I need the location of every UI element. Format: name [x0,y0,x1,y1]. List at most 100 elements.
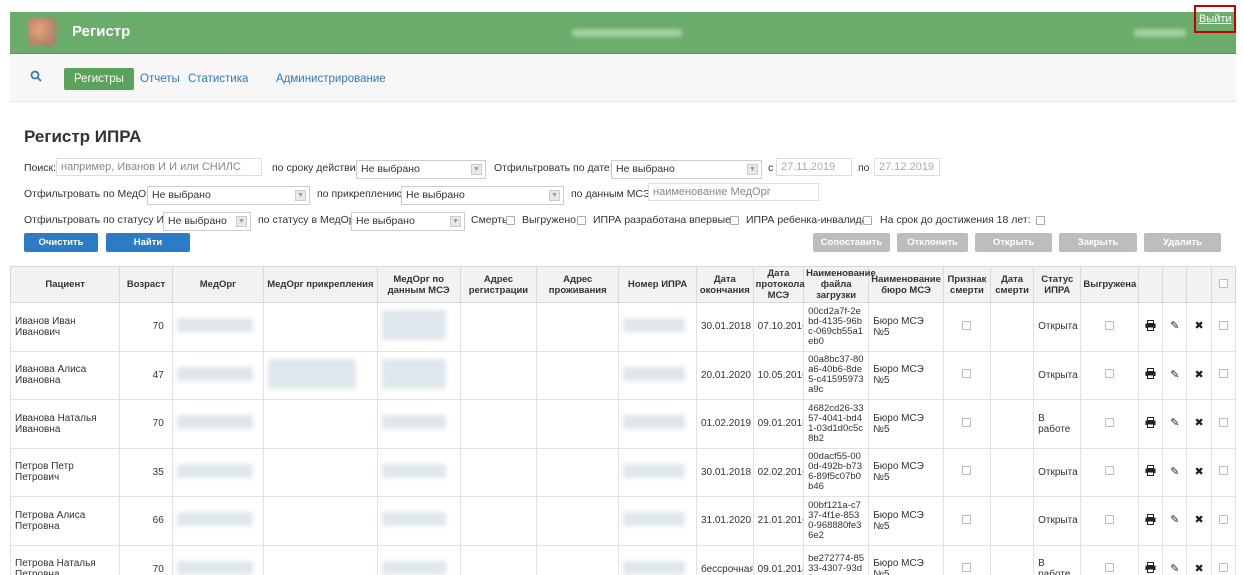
column-header[interactable]: МедОрг [171,266,265,303]
bureau-cell: Бюро МСЭ №5 [868,447,944,497]
uploaded-checkbox [1105,563,1115,573]
mse-input[interactable]: наименование МедОрг [648,183,819,201]
pencil-icon[interactable]: ✎ [1170,369,1179,381]
clear-filter-button[interactable]: Очистить фильтр [24,233,98,267]
row-select-checkbox[interactable] [1218,466,1228,476]
ipra-status-select[interactable]: Не выбрано ▼ [163,212,251,231]
column-header[interactable]: Статус ИПРА [1033,266,1082,303]
tab-statistics[interactable]: Статистика [188,68,248,90]
child-disabled-checkbox[interactable] [863,216,872,225]
first-developed-checkbox[interactable] [730,216,739,225]
patient-name-cell[interactable]: Петрова Наталья Петровна [9,544,121,575]
patient-name-cell[interactable]: Петрова Алиса Петровна [9,496,121,546]
column-header[interactable]: Номер ИПРА [618,266,697,303]
patient-name-cell[interactable]: Петров Петр Петрович [9,447,121,497]
uploaded-cell [1080,496,1140,546]
print-icon[interactable] [1145,416,1156,431]
close-icon[interactable]: ✖ [1194,321,1203,332]
until-18-checkbox[interactable] [1036,216,1045,225]
column-header[interactable]: Признак смерти [942,266,992,303]
close-icon[interactable]: ✖ [1194,563,1203,575]
tab-reports[interactable]: Отчеты [140,68,180,90]
uploaded-checkbox [1105,320,1115,330]
date-filter-select[interactable]: Не выбрано ▼ [611,160,762,179]
uploaded-checkbox[interactable] [577,216,586,225]
print-icon[interactable] [1145,368,1156,382]
edit-action-cell: ✎ [1162,447,1188,497]
patient-name-cell[interactable]: Иванова Алиса Ивановна [9,350,121,400]
column-header[interactable]: МедОрг по данным МСЭ [376,266,461,303]
close-icon[interactable]: ✖ [1194,466,1203,478]
open-button[interactable]: Открыть [975,233,1052,252]
redacted-value [176,366,253,381]
select-all-header [1210,266,1237,303]
term-select[interactable]: Не выбрано ▼ [356,160,486,179]
redacted-value [268,358,357,389]
ipra-number-cell [618,399,697,449]
print-icon[interactable] [1145,513,1156,528]
column-header[interactable]: Наименование бюро МСЭ [868,266,944,303]
column-header[interactable]: Наименование файла загрузки [803,266,876,303]
date-to-label: по [858,162,870,174]
uploaded-checkbox [1105,514,1115,524]
pencil-icon[interactable]: ✎ [1170,466,1179,478]
attach-filter-label: по прикреплению: [317,188,406,200]
pencil-icon[interactable]: ✎ [1170,563,1179,575]
column-header[interactable]: Выгружена [1080,266,1140,303]
column-header[interactable]: Дата смерти [990,266,1035,303]
patient-name-cell[interactable]: Иванов Иван Иванович [9,302,121,352]
column-header[interactable]: Дата окончания [695,266,754,303]
pencil-icon[interactable]: ✎ [1170,321,1179,332]
death-checkbox[interactable] [506,216,515,225]
tab-administration[interactable]: Администрирование [276,68,386,90]
patient-name-cell[interactable]: Иванова Наталья Ивановна [9,399,121,449]
close-icon[interactable]: ✖ [1194,515,1203,526]
table-row[interactable]: Иванов Иван Иванович 70 30.01.2018 07.10.20… [9,302,1237,352]
tab-registers[interactable]: Регистры [64,68,134,90]
select-all-checkbox[interactable] [1218,278,1228,288]
row-select-checkbox[interactable] [1218,563,1228,573]
column-header[interactable]: Адрес проживания [536,266,620,303]
pencil-icon[interactable]: ✎ [1170,418,1179,429]
search-input[interactable]: например, Иванов И И или СНИЛС [56,158,262,176]
registration-address-cell [459,447,538,497]
table-row[interactable]: Петрова Наталья Петровна 70 бессрочная 09.0… [9,544,1237,575]
reject-button[interactable]: Отклонить [897,233,968,252]
print-icon[interactable] [1145,562,1156,575]
column-header[interactable]: Дата протокола МСЭ [752,266,805,303]
close-button[interactable]: Закрыть [1059,233,1137,252]
attach-select[interactable]: Не выбрано ▼ [401,186,564,205]
column-header[interactable]: Пациент [9,266,121,303]
table-row[interactable]: Петров Петр Петрович 35 30.01.2018 02.02.20… [9,447,1237,497]
search-icon[interactable] [30,70,42,82]
medorg-status-select[interactable]: Не выбрано ▼ [351,212,465,231]
column-header[interactable]: Возраст [119,266,173,303]
logout-link[interactable]: Выйти [1199,13,1232,25]
medorg-select[interactable]: Не выбрано ▼ [147,186,310,205]
table-row[interactable]: Иванова Алиса Ивановна 47 20.01.2020 10.05.… [9,350,1237,400]
table-row[interactable]: Петрова Алиса Петровна 66 31.01.2020 21.01.… [9,496,1237,546]
compare-button[interactable]: Сопоставить [813,233,890,252]
print-action-cell [1138,447,1164,497]
close-icon[interactable]: ✖ [1194,418,1203,429]
edit-action-cell: ✎ [1162,544,1188,575]
row-select-checkbox[interactable] [1218,417,1228,427]
close-icon[interactable]: ✖ [1194,369,1203,381]
date-from-input[interactable]: 27.11.2019 [776,158,852,176]
row-select-checkbox[interactable] [1218,369,1228,379]
table-row[interactable]: Иванова Наталья Ивановна 70 01.02.2019 09.0… [9,399,1237,449]
delete-button[interactable]: Удалить [1144,233,1221,252]
print-icon[interactable] [1145,319,1156,334]
residence-address-cell [536,447,620,497]
print-icon[interactable] [1145,465,1156,479]
date-to-input[interactable]: 27.12.2019 [874,158,940,176]
row-select-checkbox[interactable] [1218,514,1228,524]
column-header[interactable]: МедОрг прикрепления [263,266,378,303]
pencil-icon[interactable]: ✎ [1170,515,1179,526]
row-select-checkbox[interactable] [1218,320,1228,330]
ipra-registry-table: Пациент Возраст МедОрг МедОрг прикреплен… [9,266,1237,575]
delete-action-cell: ✖ [1186,447,1212,497]
column-header[interactable]: Адрес регистрации [459,266,538,303]
first-developed-label: ИПРА разработана впервые: [593,214,734,226]
find-button[interactable]: Найти [106,233,190,252]
